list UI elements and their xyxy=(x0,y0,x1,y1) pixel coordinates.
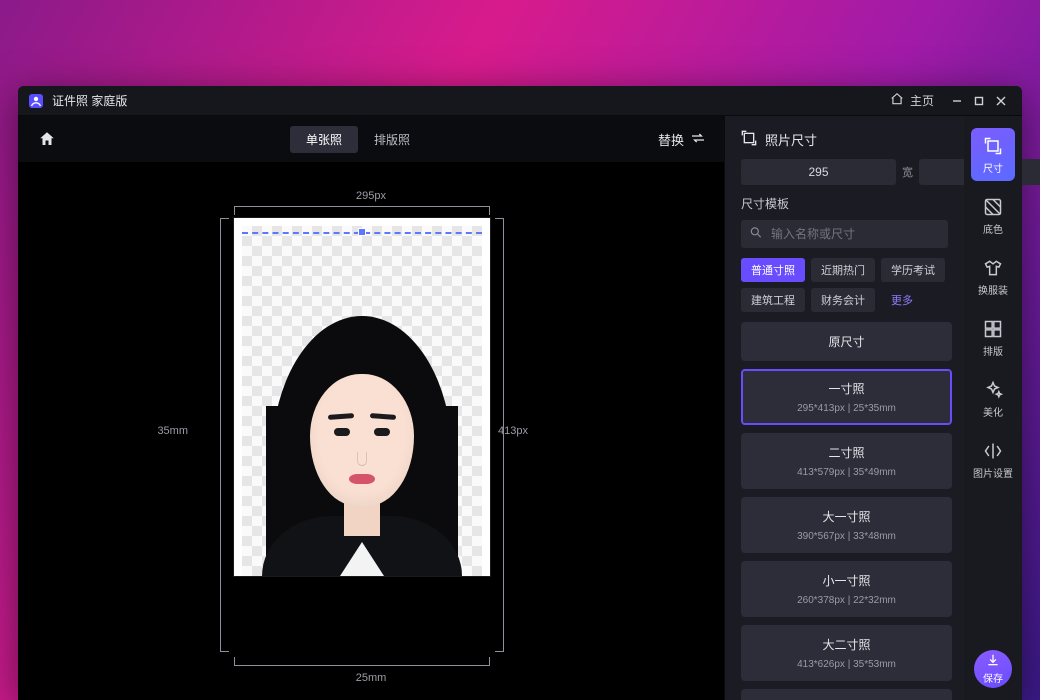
rail-beautify-label: 美化 xyxy=(983,404,1003,419)
portrait-collar xyxy=(340,542,384,576)
template-item[interactable]: 二寸照 413*579px | 35*49mm xyxy=(741,433,952,489)
search-icon xyxy=(749,226,763,243)
cat-more[interactable]: 更多 xyxy=(881,288,923,312)
home-icon xyxy=(890,92,904,109)
template-dims: 413*579px | 35*49mm xyxy=(750,467,943,478)
canvas-toolbar: 单张照 排版照 替换 xyxy=(18,116,724,162)
panel-title: 照片尺寸 xyxy=(765,130,817,149)
template-name: 一寸照 xyxy=(750,380,943,397)
size-panel: 照片尺寸 宽 高 像素 尺寸模板 xyxy=(724,116,964,700)
template-dims: 260*378px | 22*32mm xyxy=(750,595,943,606)
app-icon xyxy=(28,93,44,109)
cat-arch[interactable]: 建筑工程 xyxy=(741,288,805,312)
template-dims: 295*413px | 25*35mm xyxy=(750,403,943,414)
crop-handle[interactable] xyxy=(358,228,366,236)
canvas-stage[interactable]: 295px 413px 35mm 25mm xyxy=(18,162,724,700)
tab-single-photo[interactable]: 单张照 xyxy=(290,126,358,153)
cat-edu[interactable]: 学历考试 xyxy=(881,258,945,282)
template-name: 大一寸照 xyxy=(750,508,943,525)
cat-common[interactable]: 普通寸照 xyxy=(741,258,805,282)
rail-layout[interactable]: 排版 xyxy=(971,311,1015,364)
dim-bracket-left xyxy=(220,218,228,652)
template-name: 小一寸照 xyxy=(750,572,943,589)
rail-background[interactable]: 底色 xyxy=(971,189,1015,242)
view-mode-tabs: 单张照 排版照 xyxy=(290,126,426,153)
close-button[interactable] xyxy=(990,90,1012,112)
template-name: 二寸照 xyxy=(750,444,943,461)
dim-label-left: 35mm xyxy=(157,425,188,437)
replace-label: 替换 xyxy=(658,130,684,149)
rail-size[interactable]: 尺寸 xyxy=(971,128,1015,181)
portrait-face xyxy=(310,374,414,506)
template-item[interactable]: 小二寸照 xyxy=(741,689,952,700)
dim-bracket-right xyxy=(496,218,504,652)
minimize-button[interactable] xyxy=(946,90,968,112)
tool-rail: 尺寸 底色 换服装 排版 xyxy=(964,116,1022,700)
rail-image-settings-label: 图片设置 xyxy=(973,465,1013,480)
panel-header: 照片尺寸 xyxy=(725,116,964,159)
nav-home[interactable]: 主页 xyxy=(890,92,934,109)
canvas-column: 单张照 排版照 替换 295px 413px 35mm 25mm xyxy=(18,116,724,700)
template-item[interactable]: 一寸照 295*413px | 25*35mm xyxy=(741,369,952,425)
size-inputs: 宽 高 像素 xyxy=(725,159,964,195)
save-button[interactable]: 保存 xyxy=(974,650,1012,688)
width-label: 宽 xyxy=(902,164,913,180)
cat-recent[interactable]: 近期热门 xyxy=(811,258,875,282)
portrait xyxy=(252,286,472,576)
dim-label-top: 295px xyxy=(356,190,386,202)
cat-fin[interactable]: 财务会计 xyxy=(811,288,875,312)
size-icon xyxy=(983,136,1003,156)
titlebar: 证件照 家庭版 主页 xyxy=(18,86,1022,116)
search-input[interactable] xyxy=(741,220,948,248)
sparkle-icon xyxy=(983,380,1003,400)
background-icon xyxy=(983,197,1003,217)
template-list[interactable]: 原尺寸一寸照 295*413px | 25*35mm 二寸照 413*579px | … xyxy=(725,322,962,700)
dim-label-bottom: 25mm xyxy=(356,672,387,684)
rail-image-settings[interactable]: 图片设置 xyxy=(971,433,1015,486)
template-section-title: 尺寸模板 xyxy=(725,195,964,220)
width-input[interactable] xyxy=(741,159,896,185)
maximize-button[interactable] xyxy=(968,90,990,112)
mirror-icon xyxy=(983,441,1003,461)
rail-beautify[interactable]: 美化 xyxy=(971,372,1015,425)
template-item[interactable]: 大二寸照 413*626px | 35*53mm xyxy=(741,625,952,681)
save-label: 保存 xyxy=(983,670,1003,685)
template-name: 原尺寸 xyxy=(750,333,943,350)
app-window: 证件照 家庭版 主页 单张照 排版照 xyxy=(18,86,1022,700)
template-search xyxy=(741,220,948,248)
template-item[interactable]: 原尺寸 xyxy=(741,322,952,361)
size-icon xyxy=(741,130,757,149)
app-title: 证件照 家庭版 xyxy=(52,92,127,109)
dim-bracket-bottom xyxy=(234,658,490,666)
dim-bracket-top xyxy=(234,206,490,214)
grid-icon xyxy=(983,319,1003,339)
photo-frame[interactable] xyxy=(234,218,490,576)
shirt-icon xyxy=(983,258,1003,278)
swap-icon xyxy=(690,130,706,149)
template-dims: 413*626px | 35*53mm xyxy=(750,659,943,670)
template-name: 大二寸照 xyxy=(750,636,943,653)
rail-clothes-label: 换服装 xyxy=(978,282,1008,297)
rail-layout-label: 排版 xyxy=(983,343,1003,358)
nav-home-label: 主页 xyxy=(910,92,934,109)
main: 单张照 排版照 替换 295px 413px 35mm 25mm xyxy=(18,116,1022,700)
category-filters: 普通寸照 近期热门 学历考试 建筑工程 财务会计 更多 xyxy=(725,258,964,322)
tab-layout-photo[interactable]: 排版照 xyxy=(358,126,426,153)
replace-button[interactable]: 替换 xyxy=(658,130,706,149)
home-button[interactable] xyxy=(36,128,58,150)
download-icon xyxy=(986,653,1000,670)
template-dims: 390*567px | 33*48mm xyxy=(750,531,943,542)
template-item[interactable]: 大一寸照 390*567px | 33*48mm xyxy=(741,497,952,553)
rail-size-label: 尺寸 xyxy=(983,160,1003,175)
rail-background-label: 底色 xyxy=(983,221,1003,236)
template-item[interactable]: 小一寸照 260*378px | 22*32mm xyxy=(741,561,952,617)
rail-clothes[interactable]: 换服装 xyxy=(971,250,1015,303)
